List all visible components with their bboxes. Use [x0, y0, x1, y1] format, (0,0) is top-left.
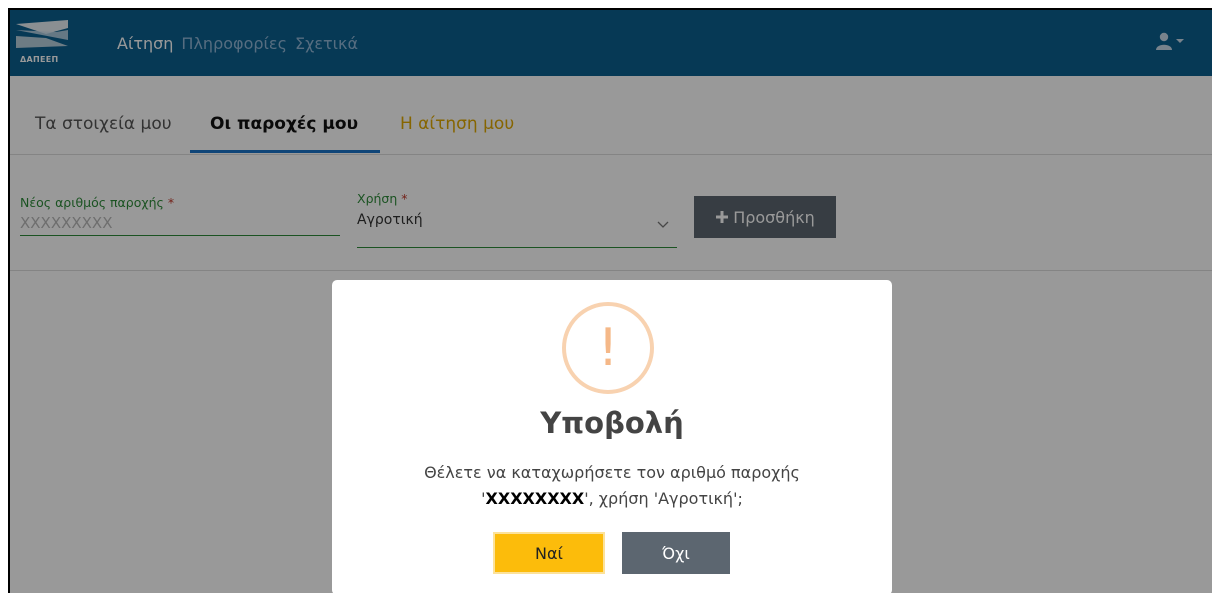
- app-window: ΔΑΠΕΕΠ Αίτηση Πληροφορίες Σχετικά Τα στο…: [8, 8, 1212, 593]
- confirm-dialog: ! Υποβολή Θέλετε να καταχωρήσετε τον αρι…: [332, 280, 892, 593]
- dialog-message-line2: 'XXXXXXXX', χρήση 'Αγροτική';: [481, 489, 743, 508]
- warning-glyph: !: [597, 318, 619, 378]
- confirm-yes-button[interactable]: Ναί: [493, 532, 605, 574]
- confirm-no-button[interactable]: Όχι: [622, 532, 730, 574]
- warning-icon: !: [562, 302, 654, 394]
- dialog-message: Θέλετε να καταχωρήσετε τον αριθμό παροχή…: [332, 460, 892, 512]
- supply-number-value: XXXXXXXX: [485, 489, 585, 508]
- dialog-message-line1: Θέλετε να καταχωρήσετε τον αριθμό παροχή…: [424, 463, 800, 482]
- dialog-title: Υποβολή: [540, 406, 684, 440]
